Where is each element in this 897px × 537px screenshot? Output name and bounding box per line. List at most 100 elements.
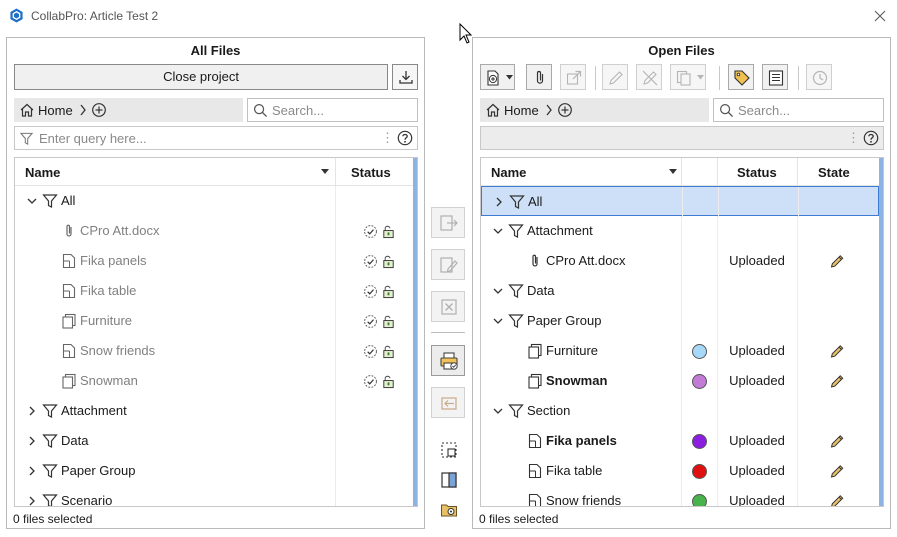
breadcrumb-home[interactable]: Home [504, 103, 539, 118]
chevron-right-icon[interactable] [27, 496, 37, 506]
remove-x-icon [441, 299, 457, 315]
chevron-down-icon[interactable] [493, 286, 503, 296]
help-icon[interactable] [863, 130, 879, 146]
chevron-right-icon[interactable] [27, 436, 37, 446]
tree-filter-row[interactable]: All [15, 186, 413, 216]
chevron-right-icon[interactable] [27, 466, 37, 476]
column-name-header[interactable]: Name [25, 165, 60, 180]
row-label: Fika panels [546, 433, 617, 448]
edit-file-button[interactable] [431, 249, 465, 280]
file-row[interactable]: Snowman [15, 366, 413, 396]
row-label: Snow friends [80, 343, 156, 358]
selection-count: 0 files selected [13, 512, 93, 526]
tree-filter-row[interactable]: Attachment [481, 216, 879, 246]
color-indicator [692, 464, 707, 479]
breadcrumb-home[interactable]: Home [38, 103, 73, 118]
file-row[interactable]: Snowman Uploaded [481, 366, 879, 396]
cancel-edit-button[interactable] [636, 64, 662, 90]
column-divider [335, 158, 336, 186]
edit-button[interactable] [602, 64, 628, 90]
column-name-header[interactable]: Name [491, 165, 526, 180]
file-row[interactable]: Fika panels Uploaded [481, 426, 879, 456]
file-row[interactable]: Snow friends Uploaded [481, 486, 879, 506]
home-icon[interactable] [485, 102, 501, 118]
tree-filter-row[interactable]: Data [481, 276, 879, 306]
file-row[interactable]: Fika panels [15, 246, 413, 276]
tree-filter-row[interactable]: All [481, 186, 879, 217]
properties-button[interactable] [762, 64, 788, 90]
close-project-button[interactable]: Close project [14, 64, 388, 90]
vertical-scrollbar[interactable] [413, 158, 417, 506]
more-options-icon[interactable]: ⋮ [381, 130, 394, 146]
column-state-header[interactable]: State [818, 165, 850, 180]
select-area-icon[interactable] [440, 441, 458, 459]
remove-file-button[interactable] [431, 291, 465, 322]
chevron-right-icon[interactable] [27, 406, 37, 416]
sort-dropdown-icon[interactable] [669, 169, 677, 174]
selection-count: 0 files selected [479, 512, 559, 526]
add-circle-icon[interactable] [557, 102, 573, 118]
sort-dropdown-icon[interactable] [321, 169, 329, 174]
chevron-down-icon[interactable] [493, 316, 503, 326]
chevron-right-icon[interactable] [494, 197, 504, 207]
file-row[interactable]: Furniture Uploaded [481, 336, 879, 366]
split-view-icon[interactable] [440, 471, 458, 489]
tree-filter-row[interactable]: Attachment [15, 396, 413, 426]
query-bar: ⋮ [14, 126, 418, 150]
toolbar-divider [719, 66, 720, 90]
file-row[interactable]: Fika table Uploaded [481, 456, 879, 486]
filter-icon [508, 224, 524, 238]
row-label: Attachment [527, 223, 593, 238]
file-row[interactable]: Snow friends [15, 336, 413, 366]
column-divider [682, 187, 683, 217]
chevron-down-icon[interactable] [27, 196, 37, 206]
file-row[interactable]: Furniture [15, 306, 413, 336]
column-divider [681, 336, 682, 366]
pencil-icon [831, 495, 844, 506]
column-divider [335, 366, 336, 396]
open-external-button[interactable] [560, 64, 586, 90]
vertical-scrollbar[interactable] [879, 158, 883, 506]
open-file-button[interactable] [431, 207, 465, 238]
copy-button[interactable] [670, 64, 706, 90]
file-row[interactable]: CPro Att.docx Uploaded [481, 246, 879, 276]
chevron-down-icon[interactable] [493, 406, 503, 416]
checked-status-icon [364, 225, 377, 238]
folder-settings-icon[interactable] [440, 501, 458, 519]
help-icon[interactable] [397, 130, 413, 146]
attach-button[interactable] [526, 64, 552, 90]
column-divider [335, 246, 336, 276]
home-icon[interactable] [19, 102, 35, 118]
search-input[interactable] [738, 102, 878, 118]
download-button[interactable] [392, 64, 418, 90]
color-indicator [692, 374, 707, 389]
dropdown-arrow-icon [506, 75, 513, 80]
print-button[interactable] [431, 345, 465, 376]
column-divider [797, 216, 798, 246]
tag-button[interactable] [728, 64, 754, 90]
add-circle-icon[interactable] [91, 102, 107, 118]
paperclip-icon [66, 224, 72, 237]
history-button[interactable] [806, 64, 832, 90]
chevron-right-icon [546, 104, 552, 116]
file-row[interactable]: Fika table [15, 276, 413, 306]
open-files-grid: Name Status State All Attachment CPro Att.… [480, 157, 884, 507]
tree-filter-row[interactable]: Data [15, 426, 413, 456]
column-divider [335, 336, 336, 366]
search-input[interactable] [272, 102, 412, 118]
row-label: Snowman [80, 373, 138, 388]
close-window-icon[interactable] [872, 8, 888, 24]
tree-filter-row[interactable]: Paper Group [481, 306, 879, 336]
tree-filter-row[interactable]: Paper Group [15, 456, 413, 486]
query-input[interactable] [39, 130, 359, 146]
drawing-sheet-icon [528, 493, 542, 506]
tree-filter-row[interactable]: Section [481, 396, 879, 426]
chevron-down-icon[interactable] [493, 226, 503, 236]
column-status-header[interactable]: Status [737, 165, 777, 180]
new-document-button[interactable] [480, 64, 515, 90]
column-status-header[interactable]: Status [351, 165, 391, 180]
return-file-button[interactable] [431, 387, 465, 418]
tree-filter-row[interactable]: Scenario [15, 486, 413, 506]
file-row[interactable]: CPro Att.docx [15, 216, 413, 246]
more-options-icon[interactable]: ⋮ [847, 130, 860, 146]
